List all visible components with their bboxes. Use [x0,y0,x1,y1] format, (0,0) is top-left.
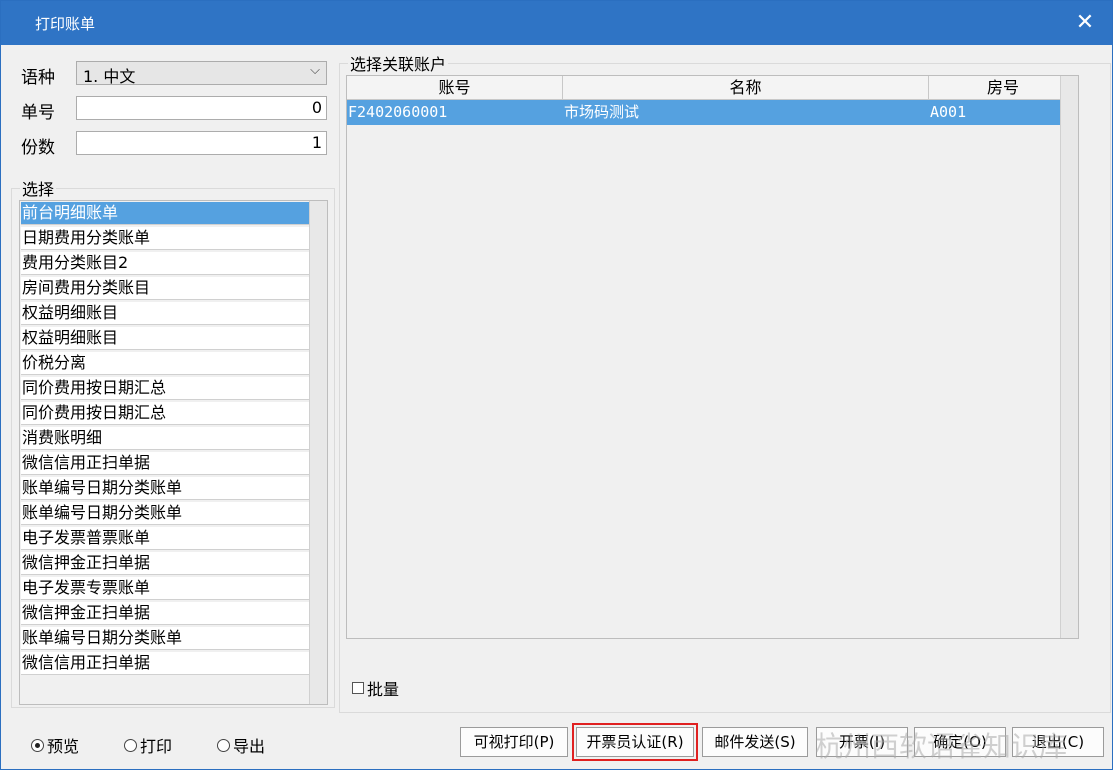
list-item[interactable]: 权益明细账目 [21,327,309,350]
language-label: 语种 [21,68,55,88]
language-select[interactable]: 1. 中文 ⌵ [76,61,327,86]
exit-button[interactable]: 退出(C) [1012,727,1104,757]
list-item[interactable]: 账单编号日期分类账单 [21,477,309,500]
report-list-scrollbar[interactable] [309,201,327,704]
radio-icon [124,738,137,752]
batch-label: 批量 [367,680,400,699]
bill-no-input[interactable]: 0 [76,96,327,120]
list-item[interactable]: 微信押金正扫单据 [21,602,309,625]
visual-print-button[interactable]: 可视打印(P) [460,727,568,757]
radio-preview[interactable]: 预览 [31,733,79,757]
column-header-name[interactable]: 名称 [563,76,929,100]
radio-export[interactable]: 导出 [217,733,265,757]
cashier-auth-button[interactable]: 开票员认证(R) [572,723,698,761]
copies-label: 份数 [21,138,55,158]
list-item[interactable]: 费用分类账目2 [21,252,309,275]
cell-name: 市场码测试 [564,103,640,121]
bill-no-label: 单号 [21,103,55,123]
radio-selected-icon [31,738,44,752]
list-item[interactable]: 微信信用正扫单据 [21,452,309,475]
accounts-table-scrollbar[interactable] [1060,76,1078,638]
confirm-button[interactable]: 确定(O) [914,727,1006,757]
list-item[interactable]: 同价费用按日期汇总 [21,402,309,425]
column-header-room[interactable]: 房号 [929,76,1078,100]
close-icon[interactable]: ✕ [1070,8,1100,38]
column-header-account[interactable]: 账号 [347,76,563,100]
print-bill-dialog: 打印账单 ✕ 语种 1. 中文 ⌵ 单号 0 份数 1 选择 前台明细账单 日期费… [0,0,1113,770]
list-item[interactable]: 微信信用正扫单据 [21,652,309,675]
accounts-legend: 选择关联账户 [350,55,447,74]
list-item[interactable]: 账单编号日期分类账单 [21,627,309,650]
copies-input[interactable]: 1 [76,131,327,155]
list-item[interactable]: 房间费用分类账目 [21,277,309,300]
radio-print-label: 打印 [140,737,173,756]
list-item[interactable]: 电子发票普票账单 [21,527,309,550]
checkbox-icon [352,682,364,694]
window-title: 打印账单 [35,15,96,33]
cell-room: A001 [930,103,967,121]
batch-checkbox[interactable]: 批量 [352,676,399,700]
radio-icon [217,738,230,752]
cell-account: F2402060001 [348,103,448,121]
list-item[interactable]: 微信押金正扫单据 [21,552,309,575]
radio-print[interactable]: 打印 [124,733,172,757]
list-item[interactable]: 前台明细账单 [21,202,309,225]
report-list[interactable]: 前台明细账单 日期费用分类账单 费用分类账目2 房间费用分类账目 权益明细账目 权益明细账… [19,200,328,705]
language-value: 1. 中文 [83,67,136,86]
list-item[interactable]: 日期费用分类账单 [21,227,309,250]
list-item[interactable]: 权益明细账目 [21,302,309,325]
list-item[interactable]: 电子发票专票账单 [21,577,309,600]
choose-legend: 选择 [22,180,55,199]
list-item[interactable]: 价税分离 [21,352,309,375]
list-item[interactable]: 账单编号日期分类账单 [21,502,309,525]
chevron-down-icon: ⌵ [310,63,320,78]
title-bar: 打印账单 ✕ [1,1,1112,45]
radio-preview-label: 预览 [47,737,80,756]
send-mail-button[interactable]: 邮件发送(S) [702,727,808,757]
list-item[interactable]: 消费账明细 [21,427,309,450]
radio-export-label: 导出 [233,737,266,756]
table-row[interactable]: F2402060001 市场码测试 A001 [347,100,1078,125]
list-item[interactable]: 同价费用按日期汇总 [21,377,309,400]
accounts-table[interactable]: 账号 名称 房号 F2402060001 市场码测试 A001 [346,75,1079,639]
invoice-button[interactable]: 开票(I) [816,727,908,757]
